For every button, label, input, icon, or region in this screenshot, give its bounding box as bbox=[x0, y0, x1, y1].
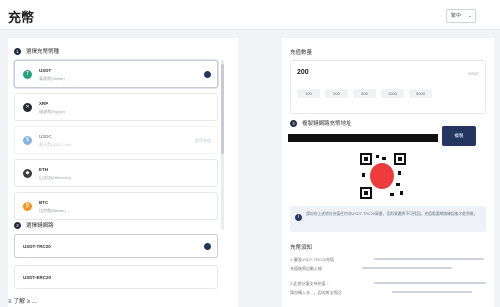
amount-unit: USDT bbox=[468, 71, 479, 76]
tip-line-placeholder bbox=[362, 267, 452, 269]
qr-module bbox=[400, 191, 403, 195]
qr-module bbox=[362, 173, 365, 177]
step1-header: 1 選擇充幣幣種 bbox=[14, 47, 59, 55]
selected-radio-icon bbox=[204, 71, 211, 78]
tip-line-placeholder bbox=[374, 258, 484, 260]
deposit-qr-code bbox=[360, 153, 406, 199]
deposit-notice: i 請勿向上述地址充值任何非USDT-TRC20資產，否則資產將不可找回。充值需… bbox=[290, 206, 486, 232]
qr-module bbox=[398, 171, 401, 175]
coin-symbol: ETH bbox=[39, 167, 48, 172]
tip-line-text: 充值後將自動入帳 bbox=[290, 266, 322, 271]
coin-description: 瑞波幣(Ripple) bbox=[39, 109, 66, 114]
language-label: 繁中 bbox=[451, 13, 462, 19]
coin-description: 比特幣(Bitcoin) bbox=[39, 208, 66, 213]
quick-amount-chip[interactable]: 500 bbox=[353, 89, 376, 98]
step2-number: 2 bbox=[14, 221, 21, 229]
step1-title: 選擇充幣幣種 bbox=[26, 49, 60, 55]
network-label: USDT-TRC20 bbox=[23, 244, 51, 249]
quick-amount-chip[interactable]: 1000 bbox=[381, 89, 404, 98]
tip-line-placeholder bbox=[392, 291, 472, 293]
qr-module bbox=[382, 157, 386, 160]
coin-option-usdt[interactable]: T USDT 泰達幣(Tether) bbox=[14, 60, 218, 88]
qr-module bbox=[376, 155, 379, 158]
qr-finder bbox=[360, 153, 372, 165]
tip-line-text: 2.此地址僅支持充值... bbox=[290, 281, 329, 286]
page-title: 充幣 bbox=[8, 10, 35, 25]
xrp-icon: ✕ bbox=[23, 103, 32, 112]
coin-symbol: BTC bbox=[39, 200, 49, 205]
amount-input[interactable]: 200 USDT 100 200 500 1000 5000 bbox=[290, 60, 486, 114]
amount-label: 充值數量 bbox=[290, 50, 313, 56]
coin-description: 美元幣(USD Coin) bbox=[39, 142, 72, 147]
eth-icon: ◆ bbox=[23, 169, 32, 178]
amount-value: 200 bbox=[297, 69, 309, 76]
coin-option-xrp[interactable]: ✕ XRP 瑞波幣(Ripple) bbox=[14, 93, 218, 121]
usdc-icon: $ bbox=[23, 136, 32, 145]
selected-radio-icon bbox=[204, 243, 211, 250]
top-header: 充幣 繁中 ⌄ bbox=[0, 0, 500, 30]
coin-symbol: XRP bbox=[39, 101, 49, 106]
usdt-icon: T bbox=[23, 70, 32, 79]
coin-list-scrollbar[interactable] bbox=[221, 60, 224, 230]
tips-title: 充幣須知 bbox=[290, 245, 313, 251]
qr-finder bbox=[360, 187, 372, 199]
coin-list: T USDT 泰達幣(Tether) ✕ XRP 瑞波幣(Ripple) $ U… bbox=[14, 60, 218, 225]
deposit-selection-panel: 1 選擇充幣幣種 T USDT 泰達幣(Tether) ✕ XRP 瑞波幣(Ri… bbox=[8, 38, 238, 307]
coin-option-btc[interactable]: ₿ BTC 比特幣(Bitcoin) bbox=[14, 192, 218, 220]
quick-amount-group: 100 200 500 1000 5000 bbox=[297, 89, 437, 98]
chevron-down-icon: ⌄ bbox=[467, 13, 472, 19]
language-selector-button[interactable]: 繁中 ⌄ bbox=[446, 9, 476, 23]
coin-status-tag: 暫停充值 bbox=[195, 138, 211, 143]
scrollbar-thumb[interactable] bbox=[221, 64, 224, 154]
coin-option-usdc[interactable]: $ USDC 美元幣(USD Coin) 暫停充值 bbox=[14, 126, 218, 154]
bottom-help-text: ≡ 了解 ≥ ... bbox=[8, 299, 37, 305]
step3-header: 3 複製鏈網路充幣地址 bbox=[290, 119, 352, 127]
tip-line-placeholder bbox=[374, 282, 486, 284]
quick-amount-chip[interactable]: 200 bbox=[325, 89, 348, 98]
tip-line-text: 1.僅限USDT-TRC20充值 bbox=[290, 257, 335, 262]
coin-symbol: USDC bbox=[39, 134, 52, 139]
deposit-detail-panel: 充值數量 200 USDT 100 200 500 1000 5000 3 複製… bbox=[282, 38, 494, 307]
deposit-address-redacted bbox=[288, 134, 438, 142]
network-option-trc20[interactable]: USDT-TRC20 bbox=[14, 234, 218, 258]
step3-title: 複製鏈網路充幣地址 bbox=[302, 121, 352, 127]
quick-amount-chip[interactable]: 5000 bbox=[409, 89, 432, 98]
step2-title: 選擇鏈網路 bbox=[26, 223, 54, 229]
qr-redaction-overlay bbox=[370, 163, 394, 189]
step2-header: 2 選擇鏈網路 bbox=[14, 221, 54, 229]
network-option-erc20[interactable]: USDT-ERC20 bbox=[14, 265, 218, 289]
info-icon: i bbox=[295, 214, 302, 221]
coin-option-eth[interactable]: ◆ ETH 以太坊(Ethereum) bbox=[14, 159, 218, 187]
notice-text: 請勿向上述地址充值任何非USDT-TRC20資產，否則資產將不可找回。充值需要網… bbox=[306, 212, 478, 216]
coin-description: 泰達幣(Tether) bbox=[39, 76, 65, 81]
qr-module bbox=[396, 183, 400, 186]
btc-icon: ₿ bbox=[23, 202, 32, 211]
step1-number: 1 bbox=[14, 47, 21, 55]
quick-amount-chip[interactable]: 100 bbox=[297, 89, 320, 98]
coin-symbol: USDT bbox=[39, 68, 52, 73]
qr-finder bbox=[394, 153, 406, 165]
qr-module bbox=[390, 193, 394, 196]
network-label: USDT-ERC20 bbox=[23, 275, 52, 280]
tip-line-text: 請勿轉入非...，否則無法找回 bbox=[290, 290, 342, 295]
step3-number: 3 bbox=[290, 119, 297, 127]
copy-address-button[interactable]: 複製 bbox=[442, 126, 476, 146]
coin-description: 以太坊(Ethereum) bbox=[39, 175, 72, 180]
